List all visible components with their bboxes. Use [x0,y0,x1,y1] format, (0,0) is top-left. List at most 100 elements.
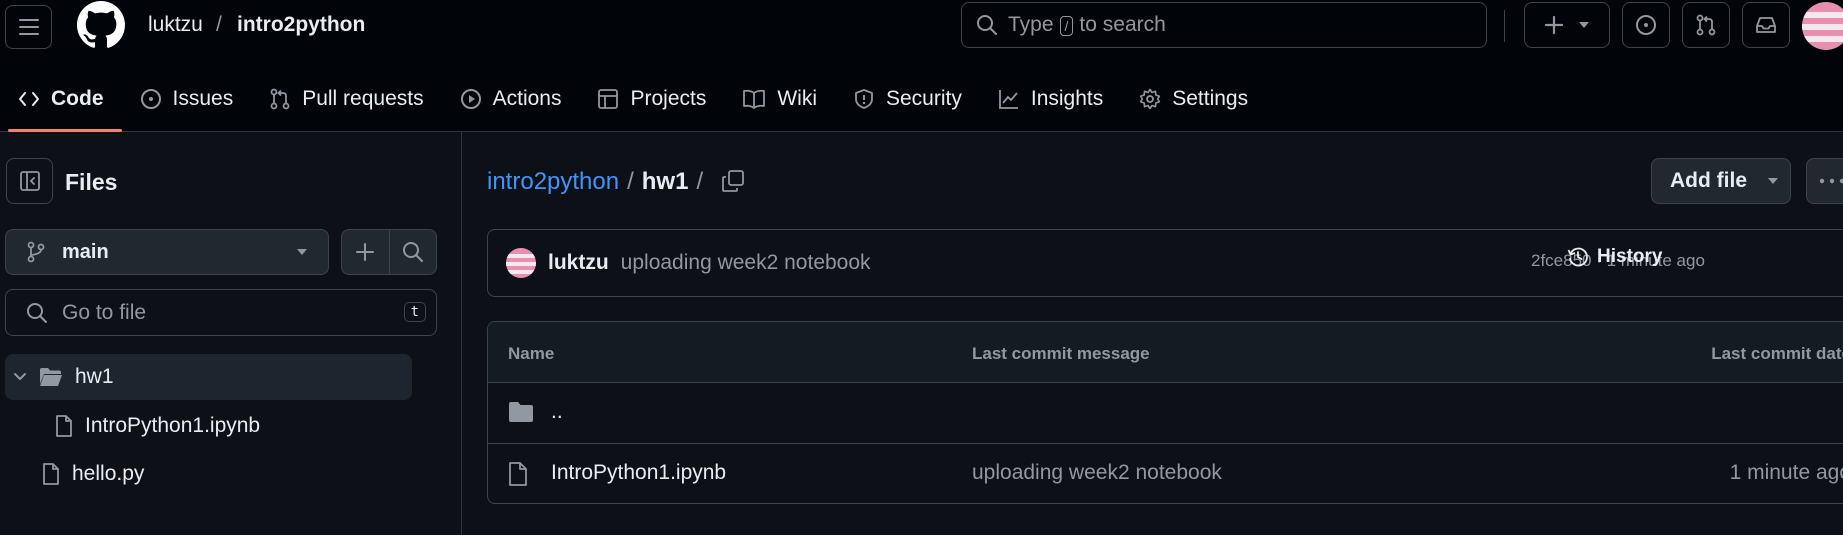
search-icon [402,242,423,262]
search-placeholder-suffix: to search [1079,13,1166,36]
tab-wiki[interactable]: Wiki [724,74,835,124]
triangle-down-icon [1768,178,1778,184]
user-avatar[interactable] [1802,2,1843,50]
branch-selector[interactable]: main [5,229,329,275]
repo-nav-tabs: Code Issues Pull requests Actions Projec… [0,74,1266,132]
search-input[interactable]: Type / to search [961,2,1487,48]
graph-icon [998,90,1018,109]
tab-label: Pull requests [302,87,424,110]
menu-button[interactable] [5,5,52,49]
table-row[interactable]: .. [488,383,1843,443]
tab-projects[interactable]: Projects [579,74,724,124]
plus-icon [1544,15,1564,35]
add-file-dropdown[interactable]: Add file [1651,158,1791,204]
breadcrumb-separator: / [627,168,634,195]
menu-icon [18,19,39,35]
search-icon [27,302,47,323]
sidebar-collapse-icon [19,171,40,191]
gear-icon [1140,88,1161,110]
column-header-message: Last commit message [972,344,1150,363]
history-link[interactable]: History [1567,246,1662,268]
folder-icon [509,402,533,422]
tab-label: Insights [1030,87,1104,110]
tree-folder-hw1[interactable]: hw1 [5,354,412,400]
play-icon [460,89,481,109]
tree-item-label: hello.py [72,462,145,485]
file-tree-sidebar: Files main Go to file t hw1 IntroPython1… [0,132,462,535]
book-icon [743,89,766,109]
more-options-button[interactable] [1806,158,1843,204]
tree-file-hello[interactable]: hello.py [42,451,144,497]
shield-icon [855,89,873,109]
tree-item-label: IntroPython1.ipynb [85,414,261,437]
history-label: History [1597,246,1663,267]
commit-author[interactable]: luktzu [548,251,609,275]
tree-file-intropython1[interactable]: IntroPython1.ipynb [55,403,260,449]
breadcrumb-current-dir: hw1 [641,168,689,195]
owner-link[interactable]: luktzu [148,13,203,37]
file-commit-message[interactable]: uploading week2 notebook [972,461,1222,485]
parent-directory-link[interactable]: .. [551,400,563,424]
tab-security[interactable]: Security [835,74,980,124]
triangle-down-icon [1579,22,1589,28]
create-new-button[interactable] [1524,2,1610,48]
tab-insights[interactable]: Insights [980,74,1121,124]
git-branch-icon [27,241,45,263]
add-file-label: Add file [1670,169,1747,192]
tab-settings[interactable]: Settings [1121,74,1266,124]
code-icon [19,92,39,106]
inbox-button[interactable] [1742,2,1790,48]
pull-requests-button[interactable] [1682,2,1730,48]
chevron-down-icon [14,373,26,380]
history-icon [1567,247,1588,267]
plus-icon [356,243,375,261]
search-files-button[interactable] [388,230,436,274]
latest-commit-box: luktzu uploading week2 notebook 2fce850 … [487,229,1843,297]
tab-label: Wiki [777,87,817,110]
table-icon [598,89,619,109]
tab-label: Actions [492,87,562,110]
tab-label: Issues [172,87,234,110]
breadcrumb-repo-link[interactable]: intro2python [487,168,619,196]
breadcrumb-separator: / [696,168,704,195]
go-to-file-input[interactable]: Go to file t [5,289,437,336]
tab-label: Security [886,87,962,110]
column-header-date: Last commit date [1711,344,1843,363]
search-placeholder-prefix: Type [1008,13,1054,36]
go-to-file-shortcut: t [403,302,426,322]
breadcrumb-separator: / [216,13,222,36]
collapse-sidebar-button[interactable] [6,158,53,204]
git-pull-request-icon [270,88,290,110]
table-header: Name Last commit message Last commit dat… [488,322,1843,383]
copy-icon [722,170,744,192]
file-name-link[interactable]: IntroPython1.ipynb [551,461,726,485]
tab-label: Projects [630,87,707,110]
tab-actions[interactable]: Actions [442,74,580,124]
commit-message[interactable]: uploading week2 notebook [621,251,871,275]
table-row[interactable]: IntroPython1.ipynb uploading week2 noteb… [488,443,1843,503]
kebab-horizontal-icon [1819,178,1843,184]
search-shortcut-key: / [1059,16,1074,36]
files-heading: Files [65,169,118,195]
tree-item-label: hw1 [75,365,114,388]
directory-file-table: Name Last commit message Last commit dat… [487,321,1843,504]
triangle-down-icon [297,249,307,255]
github-logo-icon[interactable] [77,1,125,49]
commit-author-avatar[interactable] [506,248,536,278]
go-to-file-placeholder: Go to file [62,300,147,324]
sidebar-actions [341,229,437,275]
tab-label: Code [51,87,104,110]
inbox-icon [1756,17,1776,33]
tab-pull-requests[interactable]: Pull requests [251,74,441,124]
tab-code[interactable]: Code [0,74,122,132]
header-divider [1504,10,1505,42]
tab-issues[interactable]: Issues [122,74,252,124]
file-icon [43,463,59,485]
copy-path-button[interactable] [717,165,749,197]
git-pull-request-icon [1696,14,1716,36]
global-header: luktzu / intro2python Type / to search C… [0,0,1843,132]
folder-open-icon [40,368,62,386]
issues-button[interactable] [1622,2,1670,48]
add-file-button[interactable] [342,230,389,274]
repo-link[interactable]: intro2python [237,13,365,37]
